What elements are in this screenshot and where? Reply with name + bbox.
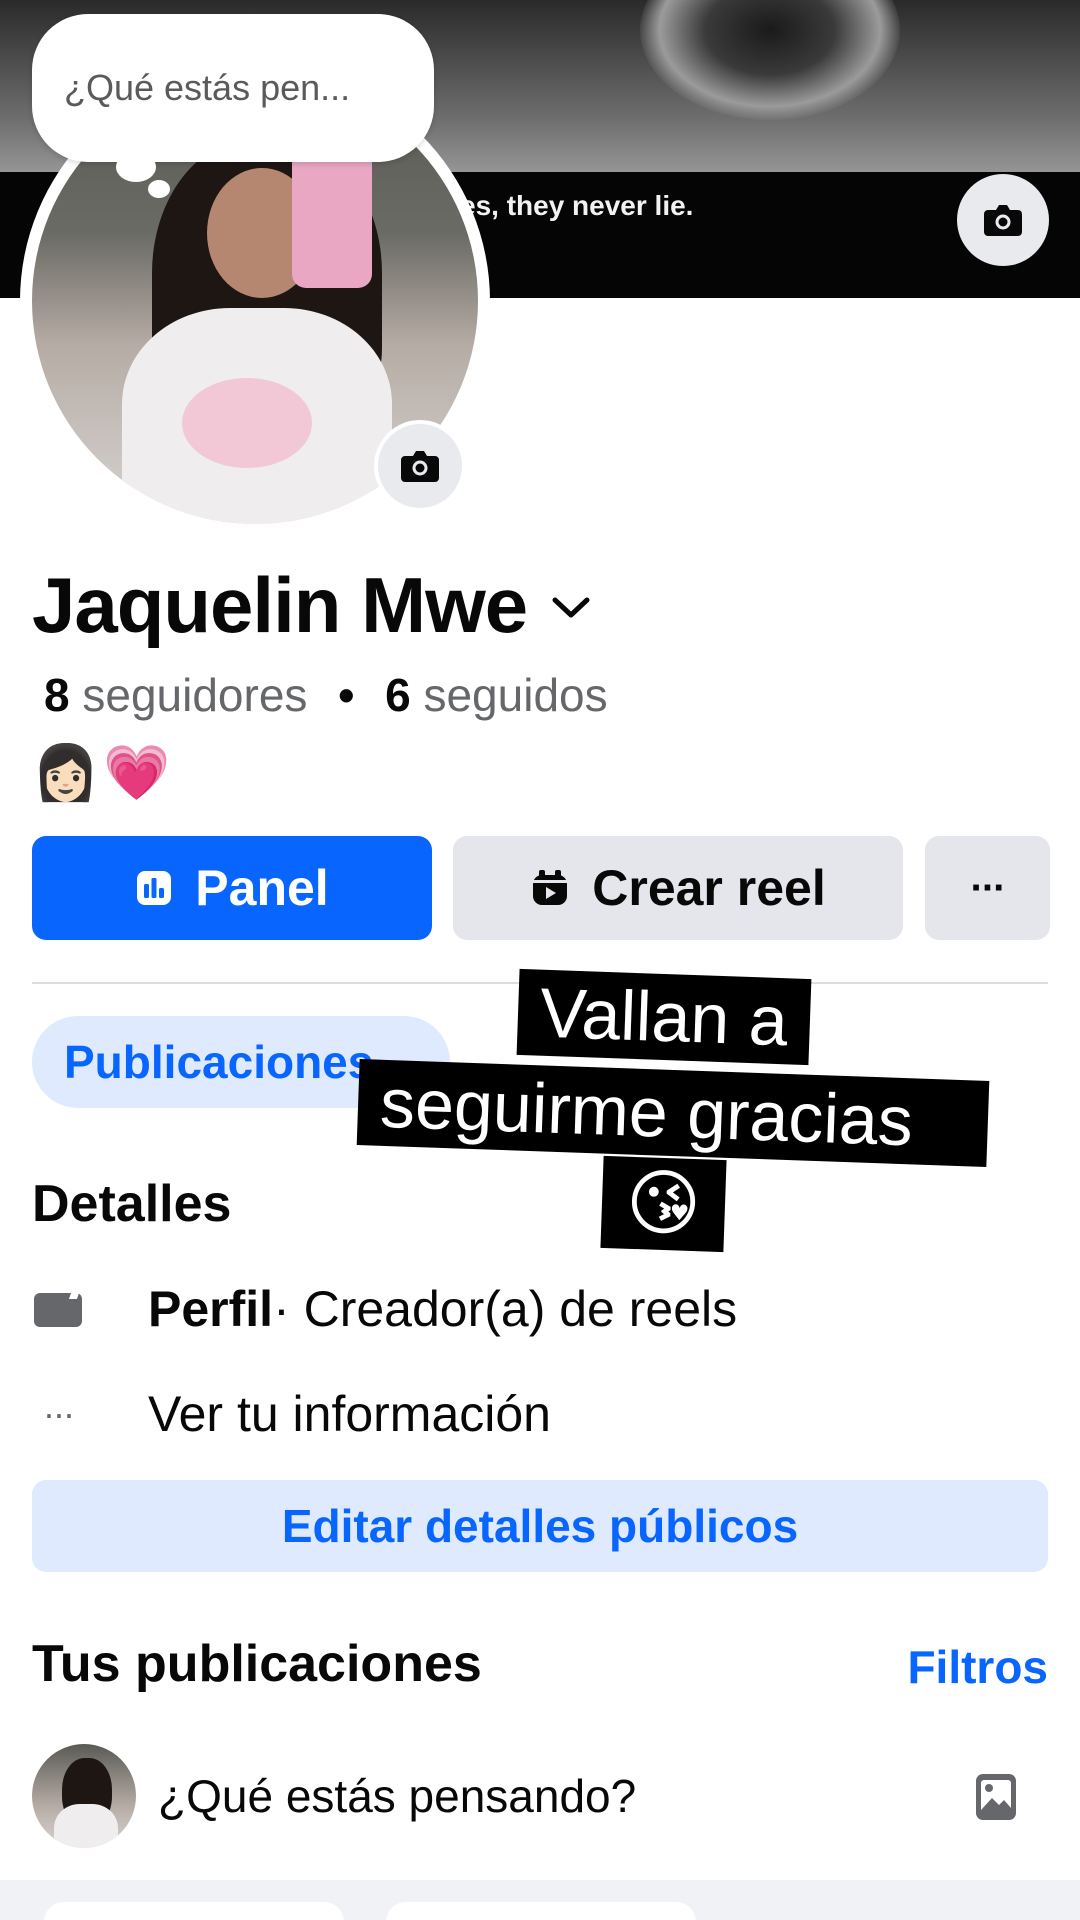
following-label[interactable]: seguidos — [423, 669, 607, 721]
bio-emoji-heart: 💗 — [103, 743, 171, 803]
detail-profile-category: · Creador(a) de reels — [273, 1281, 738, 1337]
tab-publicaciones-label: Publicaciones — [64, 1036, 374, 1088]
overlay-caption-emoji: 😘 — [600, 1155, 727, 1253]
camera-icon — [401, 451, 439, 482]
posts-heading: Tus publicaciones — [32, 1635, 482, 1693]
post-filter-chip[interactable] — [44, 1902, 344, 1920]
details-heading: Detalles — [32, 1175, 232, 1233]
followers-label[interactable]: seguidores — [82, 669, 307, 721]
status-bubble-text: ¿Qué estás pen... — [64, 67, 351, 108]
edit-cover-button[interactable] — [957, 174, 1049, 266]
detail-profile-label: Perfil — [148, 1281, 274, 1337]
edit-public-details-button[interactable]: Editar detalles públicos — [32, 1480, 1048, 1572]
follow-stats: 8 seguidores • 6 seguidos — [44, 668, 608, 722]
more-dots-icon: ··· — [970, 865, 1007, 910]
overlay-caption-line-1: Vallan a — [516, 968, 812, 1066]
stats-separator: • — [338, 669, 355, 721]
post-filter-chip[interactable] — [386, 1902, 696, 1920]
filters-link[interactable]: Filtros — [907, 1640, 1048, 1694]
view-info-label: Ver tu información — [148, 1386, 551, 1442]
profile-name: Jaquelin Mwe — [32, 561, 528, 649]
post-composer[interactable]: ¿Qué estás pensando? — [32, 1744, 1048, 1848]
composer-placeholder[interactable]: ¿Qué estás pensando? — [158, 1769, 636, 1823]
profile-bio: 👩🏻 💗 — [32, 742, 171, 805]
mini-avatar-shirt — [54, 1804, 118, 1848]
dashboard-icon — [135, 869, 173, 907]
more-options-button[interactable]: ··· — [925, 836, 1050, 940]
avatar-shirt-print — [182, 378, 312, 468]
edit-avatar-button[interactable] — [374, 420, 466, 512]
reel-icon — [530, 868, 570, 908]
detail-profile-type: Perfil · Creador(a) de reels — [32, 1280, 737, 1338]
create-reel-label: Crear reel — [592, 860, 826, 916]
photo-icon[interactable] — [974, 1772, 1018, 1822]
chevron-down-icon[interactable] — [549, 594, 593, 622]
following-count[interactable]: 6 — [385, 669, 411, 721]
cover-caption: es, they never lie. — [460, 190, 694, 221]
status-bubble[interactable]: ¿Qué estás pen... — [32, 14, 434, 162]
composer-avatar[interactable] — [32, 1744, 136, 1848]
bubble-tail-dot — [116, 152, 156, 182]
camera-icon — [984, 205, 1022, 236]
create-reel-button[interactable]: Crear reel — [453, 836, 903, 940]
followers-count[interactable]: 8 — [44, 669, 70, 721]
overlay-caption-line-2: seguirme gracias — [356, 1059, 990, 1167]
profile-name-row[interactable]: Jaquelin Mwe — [32, 560, 593, 651]
bubble-tail-dot-small — [148, 180, 170, 198]
more-dots-icon: ··· — [43, 1393, 75, 1434]
panel-button[interactable]: Panel — [32, 836, 432, 940]
panel-button-label: Panel — [195, 860, 329, 916]
bio-emoji-woman: 👩🏻 — [32, 743, 100, 803]
detail-view-info[interactable]: ··· Ver tu información — [32, 1385, 551, 1443]
clapperboard-icon — [32, 1289, 84, 1329]
cover-eye-image — [640, 0, 900, 120]
